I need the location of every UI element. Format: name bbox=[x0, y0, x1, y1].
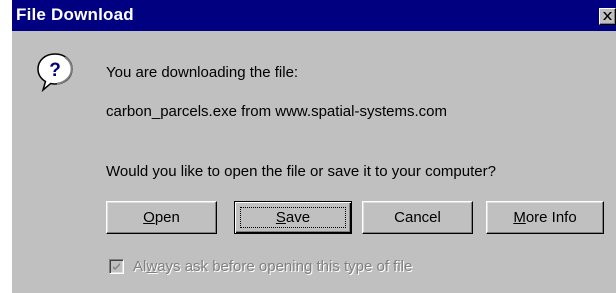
title-bar[interactable]: File Download bbox=[12, 0, 616, 31]
close-icon bbox=[603, 12, 612, 20]
file-download-dialog: File Download ? You are downloading the … bbox=[0, 0, 616, 293]
always-ask-label: Always ask before opening this type of f… bbox=[133, 258, 413, 275]
cancel-button[interactable]: Cancel bbox=[362, 201, 473, 234]
download-intro-text: You are downloading the file: bbox=[106, 64, 299, 81]
close-button[interactable] bbox=[599, 8, 616, 25]
svg-text:?: ? bbox=[49, 60, 61, 81]
file-name-source-text: carbon_parcels.exe from www.spatial-syst… bbox=[106, 103, 447, 120]
always-ask-checkbox[interactable] bbox=[109, 259, 124, 274]
window-title: File Download bbox=[16, 5, 134, 24]
more-info-button[interactable]: More Info bbox=[486, 201, 604, 234]
question-balloon-icon: ? bbox=[37, 53, 73, 92]
save-button[interactable]: Save bbox=[234, 201, 352, 234]
dialog-content: ? You are downloading the file: carbon_p… bbox=[12, 31, 616, 293]
desktop-edge bbox=[0, 0, 12, 293]
open-or-save-question: Would you like to open the file or save … bbox=[106, 163, 496, 180]
open-button[interactable]: Open bbox=[106, 201, 217, 234]
checkmark-icon bbox=[113, 263, 120, 270]
